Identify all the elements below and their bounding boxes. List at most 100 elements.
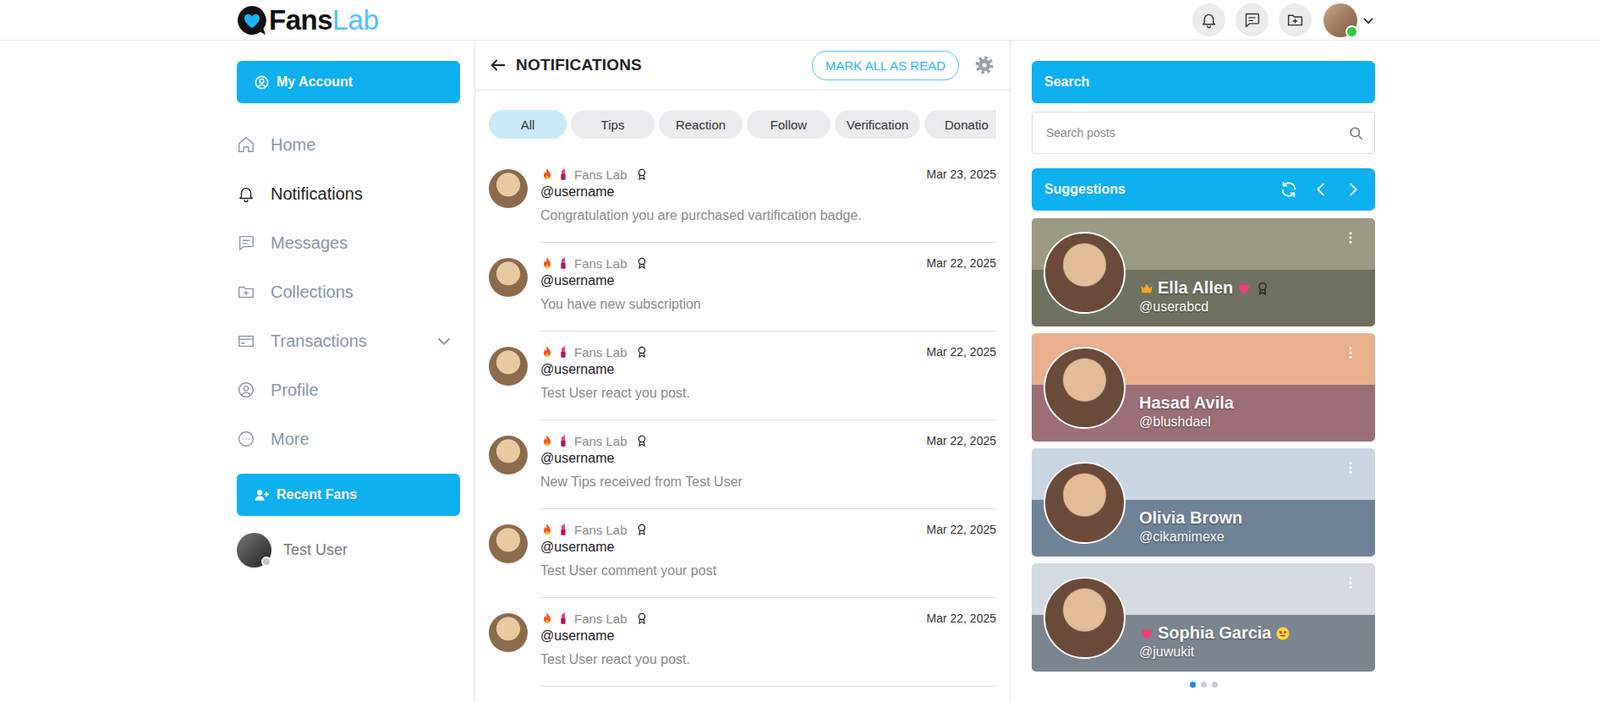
search-icon[interactable] (1347, 125, 1365, 142)
fan-avatar (236, 532, 272, 568)
more-vertical-icon[interactable] (1342, 345, 1359, 361)
panel-title: NOTIFICATIONS (515, 55, 642, 75)
recent-fan[interactable]: Test User (236, 532, 461, 568)
logo-second: Lab (332, 4, 379, 37)
notification-item[interactable]: Fans LabMar 22, 2025@usernameNew Tips re… (488, 420, 997, 510)
left-sidebar: My Account HomeNotificationsMessagesColle… (236, 40, 461, 702)
page-dot[interactable] (1200, 681, 1207, 688)
filter-chip[interactable]: Reaction (658, 109, 743, 139)
notification-avatar (488, 613, 528, 653)
award-icon (1254, 280, 1271, 296)
chevron-right-icon[interactable] (1343, 180, 1363, 199)
lipstick-icon (556, 522, 570, 537)
search-field[interactable] (1031, 111, 1376, 154)
recent-fans-button[interactable]: Recent Fans (236, 473, 461, 516)
star-eyes-icon (1275, 625, 1291, 642)
suggestion-card[interactable]: Ella Allen@userabcd (1031, 218, 1376, 327)
card-icon (236, 331, 256, 351)
user-icon (236, 380, 256, 400)
chevron-left-icon[interactable] (1311, 180, 1331, 199)
notification-item[interactable]: Fans LabMar 22, 2025@usernameTest User r… (488, 597, 997, 687)
notification-handle: @username (540, 626, 997, 646)
arrow-left-icon[interactable] (488, 55, 508, 75)
notification-item[interactable]: Fans LabMar 22, 2025@usernameYou have ne… (488, 242, 997, 332)
notification-handle: @username (540, 537, 997, 557)
more-vertical-icon[interactable] (1342, 230, 1359, 246)
notification-item[interactable]: Fans LabMar 22, 2025@usernameTest User c… (488, 509, 997, 598)
flame-icon (540, 433, 554, 448)
messages-button[interactable] (1235, 3, 1269, 37)
logo[interactable]: FansLab (236, 4, 379, 37)
notification-handle: @username (540, 182, 997, 202)
search-input[interactable] (1044, 125, 1348, 141)
notification-message: You have new subscription (540, 295, 997, 314)
user-menu[interactable] (1323, 3, 1376, 38)
notification-handle: @username (540, 449, 997, 468)
sidebar-item[interactable]: Notifications (236, 169, 461, 219)
heart-icon (1236, 280, 1252, 296)
filter-chip[interactable]: Follow (746, 109, 831, 139)
notification-list: Fans LabMar 23, 2025@usernameCongratulat… (475, 138, 1010, 687)
flame-icon (540, 345, 554, 359)
page-dot[interactable] (1189, 681, 1196, 688)
suggestions-header: Suggestions (1031, 168, 1376, 211)
notifications-panel: NOTIFICATIONS MARK ALL AS READ AllTipsReac… (474, 40, 1011, 702)
filter-bar: AllTipsReactionFollowVerificationDonatio (475, 90, 1010, 139)
notification-message: Test User react you post. (540, 383, 997, 403)
suggestion-card[interactable]: Sophia Garcia@juwukit (1031, 563, 1376, 672)
filter-chip[interactable]: Donatio (924, 109, 997, 139)
award-icon (635, 345, 649, 359)
suggestion-card[interactable]: Hasad Avila@blushdael (1031, 333, 1376, 442)
page: FansLab My Account HomeNotificationsMessag… (0, 0, 1600, 702)
collections-button[interactable] (1278, 3, 1312, 37)
filter-chip[interactable]: Verification (834, 109, 921, 139)
suggestion-card[interactable]: Olivia Brown@cikamimexe (1031, 448, 1376, 557)
heart-icon (1139, 625, 1155, 642)
notification-date: Mar 22, 2025 (926, 522, 998, 537)
award-icon (635, 433, 649, 448)
sidebar-item[interactable]: Messages (236, 218, 461, 268)
suggestion-name: Ella Allen (1139, 278, 1271, 298)
notification-item[interactable]: Fans LabMar 22, 2025@usernameTest User r… (488, 331, 997, 421)
chevron-down-icon[interactable] (434, 331, 454, 351)
online-dot (261, 556, 272, 567)
sidebar-item[interactable]: Profile (236, 365, 461, 415)
more-vertical-icon[interactable] (1342, 460, 1359, 476)
notifications-button[interactable] (1192, 3, 1226, 37)
flame-icon (540, 256, 554, 270)
user-avatar[interactable] (1323, 3, 1358, 38)
user-plus-icon (253, 487, 270, 504)
suggestion-avatar (1043, 461, 1126, 544)
refresh-icon[interactable] (1279, 180, 1299, 199)
filter-chip[interactable]: Tips (570, 109, 655, 139)
chevron-down-icon (1360, 12, 1376, 28)
notification-date: Mar 22, 2025 (926, 345, 998, 359)
notification-message: Congratulation you are purchased vartifi… (540, 206, 997, 225)
flame-icon (540, 167, 554, 181)
sidebar-nav: HomeNotificationsMessagesCollectionsTran… (236, 120, 461, 464)
sidebar-item[interactable]: Collections (236, 267, 461, 317)
suggestion-name: Olivia Brown (1139, 508, 1243, 528)
more-vertical-icon[interactable] (1342, 575, 1359, 591)
notification-item[interactable]: Fans LabMar 23, 2025@usernameCongratulat… (488, 153, 997, 243)
main: My Account HomeNotificationsMessagesColle… (236, 40, 1376, 702)
suggestion-name: Hasad Avila (1139, 393, 1234, 413)
logo-heart-icon (236, 5, 268, 36)
panel-header: NOTIFICATIONS MARK ALL AS READ (475, 40, 1010, 91)
notification-handle: @username (540, 271, 997, 291)
gear-icon[interactable] (974, 54, 995, 76)
notification-avatar (488, 169, 528, 209)
suggestion-handle: @blushdael (1139, 414, 1234, 430)
award-icon (635, 611, 649, 625)
mark-all-read-button[interactable]: MARK ALL AS READ (811, 50, 959, 81)
sidebar-item[interactable]: Transactions (236, 316, 461, 366)
notification-date: Mar 23, 2025 (926, 167, 998, 181)
filter-chip[interactable]: All (488, 109, 567, 139)
my-account-button[interactable]: My Account (236, 60, 461, 104)
more-icon (236, 429, 256, 449)
sidebar-item[interactable]: Home (236, 120, 461, 170)
notification-date: Mar 22, 2025 (926, 611, 998, 625)
suggestion-avatar (1043, 231, 1126, 314)
sidebar-item[interactable]: More (236, 414, 461, 464)
page-dot[interactable] (1211, 681, 1218, 688)
